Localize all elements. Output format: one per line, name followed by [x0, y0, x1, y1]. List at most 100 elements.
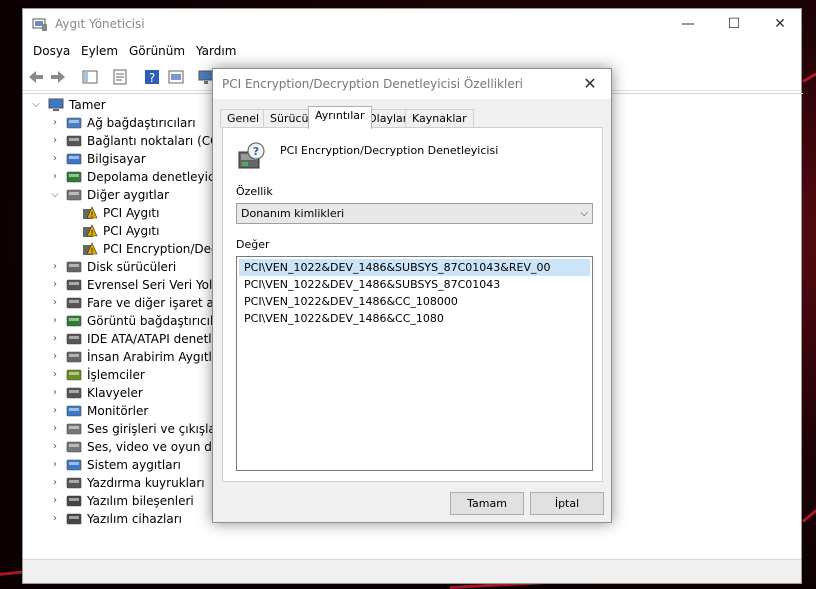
- tree-item-label: İnsan Arabirim Aygıtları: [87, 350, 228, 364]
- tree-item-label: IDE ATA/ATAPI denetleyi: [87, 332, 230, 346]
- value-row[interactable]: PCI\VEN_1022&DEV_1486&SUBSYS_87C01043: [239, 276, 590, 293]
- title-bar: Aygıt Yöneticisi — ☐ ✕: [23, 9, 801, 39]
- other-devices-icon: [66, 189, 82, 201]
- maximize-button[interactable]: ☐: [711, 9, 757, 39]
- chevron-right-icon[interactable]: ›: [50, 456, 60, 474]
- usb-icon: [66, 279, 82, 291]
- svg-text:!: !: [91, 211, 94, 219]
- chevron-right-icon[interactable]: ›: [50, 258, 60, 276]
- computer-icon: [48, 98, 64, 111]
- software-device-icon: [66, 513, 82, 525]
- forward-arrow-icon[interactable]: [49, 68, 67, 86]
- chevron-down-icon[interactable]: ⌵: [31, 96, 41, 114]
- window-title: Aygıt Yöneticisi: [55, 17, 145, 31]
- chevron-right-icon[interactable]: ›: [50, 276, 60, 294]
- tab-ayrintilar[interactable]: Ayrıntılar: [308, 106, 372, 129]
- dialog-title-bar: PCI Encryption/Decryption Denetleyicisi …: [213, 69, 611, 99]
- tree-root[interactable]: ⌵ Tamer: [31, 96, 231, 114]
- chevron-right-icon[interactable]: ›: [50, 510, 60, 528]
- tree-item-label: PCI Encryption/Decr: [103, 242, 223, 256]
- mouse-icon: [66, 297, 82, 309]
- chevron-right-icon[interactable]: ›: [50, 114, 60, 132]
- chevron-right-icon[interactable]: ›: [50, 402, 60, 420]
- warning-device-icon: !: [83, 206, 98, 219]
- tree-item-label: Bilgisayar: [87, 152, 146, 166]
- property-label: Özellik: [236, 185, 273, 198]
- chevron-right-icon[interactable]: ›: [50, 150, 60, 168]
- tab-kaynaklar[interactable]: Kaynaklar: [405, 109, 474, 128]
- tree-item-label: Diğer aygıtlar: [87, 188, 170, 202]
- minimize-button[interactable]: —: [665, 9, 711, 39]
- audio-io-icon: [66, 423, 82, 435]
- svg-text:!: !: [91, 247, 94, 255]
- tree-item-label: Ses girişleri ve çıkışları: [87, 422, 225, 436]
- back-arrow-icon[interactable]: [27, 68, 45, 86]
- tree-item-label: Bağlantı noktaları (COM: [87, 134, 230, 148]
- dialog-close-button[interactable]: ✕: [575, 72, 605, 96]
- chevron-right-icon[interactable]: ›: [50, 312, 60, 330]
- chevron-right-icon[interactable]: ›: [50, 330, 60, 348]
- chevron-right-icon[interactable]: ›: [50, 168, 60, 186]
- monitor-icon: [66, 405, 82, 417]
- show-hide-tree-icon[interactable]: [81, 68, 99, 86]
- software-component-icon: [66, 495, 82, 507]
- storage-controller-icon: [66, 171, 82, 183]
- processor-icon: [66, 369, 82, 381]
- value-row[interactable]: PCI\VEN_1022&DEV_1486&SUBSYS_87C01043&RE…: [239, 259, 590, 276]
- menu-dosya[interactable]: Dosya: [33, 44, 70, 58]
- device-name: PCI Encryption/Decryption Denetleyicisi: [280, 144, 499, 157]
- chevron-down-icon[interactable]: ⌵: [580, 204, 588, 223]
- chevron-right-icon[interactable]: ›: [50, 420, 60, 438]
- print-queue-icon: [66, 477, 82, 489]
- sound-icon: [66, 441, 82, 453]
- properties-icon[interactable]: [111, 68, 129, 86]
- port-icon: [66, 135, 82, 147]
- tree-item-label: Yazılım cihazları: [87, 512, 182, 526]
- tree-item-label: Klavyeler: [87, 386, 143, 400]
- chevron-right-icon[interactable]: ›: [50, 132, 60, 150]
- computer-icon: [66, 153, 82, 165]
- svg-text:?: ?: [149, 71, 155, 85]
- disk-drive-icon: [66, 261, 82, 273]
- chevron-right-icon[interactable]: ›: [50, 366, 60, 384]
- view-icon[interactable]: [167, 68, 185, 86]
- value-row[interactable]: PCI\VEN_1022&DEV_1486&CC_108000: [239, 293, 590, 310]
- tree-item-label: Yazılım bileşenleri: [87, 494, 194, 508]
- value-row[interactable]: PCI\VEN_1022&DEV_1486&CC_1080: [239, 310, 590, 327]
- network-adapter-icon: [66, 117, 82, 129]
- help-icon[interactable]: ?: [143, 68, 161, 86]
- hid-icon: [66, 351, 82, 363]
- value-list[interactable]: PCI\VEN_1022&DEV_1486&SUBSYS_87C01043&RE…: [236, 256, 593, 471]
- wallpaper-streak: [802, 60, 816, 83]
- status-bar: [23, 559, 801, 583]
- chevron-right-icon[interactable]: ›: [50, 438, 60, 456]
- value-label: Değer: [236, 238, 270, 251]
- device-manager-icon: [32, 18, 47, 31]
- tree-item-label: PCI Aygıtı: [103, 224, 160, 238]
- chevron-right-icon[interactable]: ›: [50, 492, 60, 510]
- menu-eylem[interactable]: Eylem: [81, 44, 118, 58]
- ide-controller-icon: [66, 333, 82, 345]
- cancel-button[interactable]: İptal: [530, 492, 604, 515]
- warning-device-icon: !: [83, 224, 98, 237]
- tab-genel[interactable]: Genel: [220, 109, 267, 128]
- tree-item-label: Monitörler: [87, 404, 149, 418]
- menu-yardim[interactable]: Yardım: [196, 44, 236, 58]
- chevron-right-icon[interactable]: ›: [50, 348, 60, 366]
- svg-text:!: !: [91, 229, 94, 237]
- svg-text:?: ?: [253, 145, 259, 158]
- chevron-down-icon[interactable]: ⌵: [50, 186, 60, 204]
- property-dropdown[interactable]: Donanım kimlikleri ⌵: [236, 203, 593, 224]
- wallpaper-streak: [802, 501, 816, 523]
- menu-bar: Dosya Eylem Görünüm Yardım: [23, 40, 801, 62]
- display-adapter-icon: [66, 315, 82, 327]
- tree-item-label: İşlemciler: [87, 368, 145, 382]
- close-button[interactable]: ✕: [757, 9, 803, 39]
- menu-gorunum[interactable]: Görünüm: [129, 44, 185, 58]
- tree-item-label: Sistem aygıtları: [87, 458, 181, 472]
- chevron-right-icon[interactable]: ›: [50, 384, 60, 402]
- chevron-right-icon[interactable]: ›: [50, 294, 60, 312]
- chevron-right-icon[interactable]: ›: [50, 474, 60, 492]
- unknown-device-icon: ?: [238, 142, 265, 169]
- ok-button[interactable]: Tamam: [450, 492, 524, 515]
